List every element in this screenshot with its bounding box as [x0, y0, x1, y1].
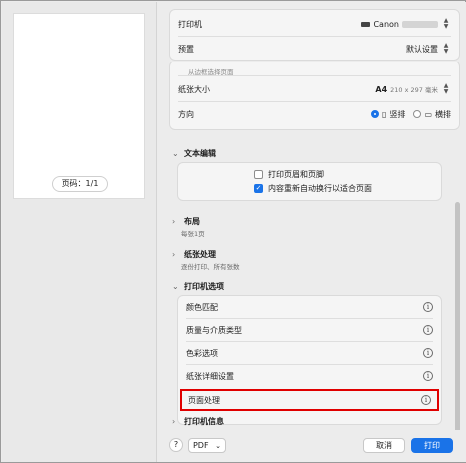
pdf-label: PDF — [192, 441, 209, 450]
printer-name-blurred — [402, 20, 438, 28]
paper-group: 从边框选择页面 纸张大小 A4 210 x 297 毫米 ▲ ▼ 方向 ▯ 竖排… — [169, 62, 460, 130]
paper-size-value: A4 — [375, 84, 388, 94]
layout-summary: 每张1页 — [181, 230, 205, 238]
pdf-menu-button[interactable]: PDF ⌄ — [188, 438, 226, 453]
dialog-footer: ? PDF ⌄ 取消 打印 — [158, 430, 466, 462]
paper-size-label: 纸张大小 — [178, 84, 210, 94]
rewrap-label: 内容重新自动换行以适合页面 — [268, 184, 372, 193]
orientation-label: 方向 — [178, 109, 194, 119]
printer-info-title: 打印机信息 — [184, 417, 224, 426]
printer-value: Canon — [373, 19, 399, 29]
print-button[interactable]: 打印 — [411, 438, 453, 453]
printer-preset-group: 打印机 Canon ▲ ▼ 预置 默认设置 ▲ ▼ — [169, 9, 460, 61]
cancel-button[interactable]: 取消 — [363, 438, 405, 453]
header-footer-label: 打印页眉和页脚 — [268, 170, 324, 179]
paper-size-popup[interactable]: A4 210 x 297 毫米 ▲ ▼ — [375, 82, 451, 96]
text-edit-group: 打印页眉和页脚 ✓ 内容重新自动换行以适合页面 — [177, 162, 442, 201]
option-label: 颜色匹配 — [186, 302, 218, 312]
landscape-label: 横排 — [435, 109, 451, 119]
up-down-chevron-icon: ▲ ▼ — [443, 42, 449, 55]
text-edit-title: 文本编辑 — [184, 149, 216, 158]
printer-popup[interactable]: Canon ▲ ▼ — [361, 17, 451, 31]
preset-value: 默认设置 — [406, 44, 438, 54]
option-label: 色彩选项 — [186, 348, 218, 358]
chevron-right-icon: › — [172, 417, 176, 426]
up-down-chevron-icon: ▲ ▼ — [443, 17, 449, 30]
printer-row: 打印机 Canon ▲ ▼ — [178, 12, 451, 36]
info-icon[interactable]: i — [423, 325, 433, 335]
option-row-color-options[interactable]: 色彩选项 i — [178, 342, 441, 364]
preset-label: 预置 — [178, 44, 194, 54]
page-number-label: 页码：1/1 — [52, 176, 108, 192]
preset-row: 预置 默认设置 ▲ ▼ — [178, 37, 451, 61]
printer-info-section-header[interactable]: › 打印机信息 — [172, 416, 224, 427]
option-row-color-matching[interactable]: 颜色匹配 i — [178, 296, 441, 318]
chevron-down-icon: ⌄ — [172, 282, 179, 291]
landscape-radio[interactable] — [413, 110, 422, 118]
rewrap-option[interactable]: ✓ 内容重新自动换行以适合页面 — [254, 183, 372, 194]
settings-pane: 打印机 Canon ▲ ▼ 预置 默认设置 ▲ ▼ 从边框选择页面 纸张大小 A… — [158, 2, 466, 462]
printer-options-title: 打印机选项 — [184, 282, 224, 291]
option-label: 纸张详细设置 — [186, 371, 234, 381]
option-row-quality-media[interactable]: 质量与介质类型 i — [178, 319, 441, 341]
print-dialog: 页码：1/1 打印机 Canon ▲ ▼ 预置 默认设置 ▲ ▼ 从边框选择页面… — [0, 0, 466, 463]
landscape-option[interactable]: ▭ 横排 — [413, 109, 451, 120]
option-label: 页面处理 — [188, 395, 220, 405]
paper-size-row: 纸张大小 A4 210 x 297 毫米 ▲ ▼ — [178, 77, 451, 101]
settings-scroll-area[interactable]: 从边框选择页面 纸张大小 A4 210 x 297 毫米 ▲ ▼ 方向 ▯ 竖排… — [158, 62, 466, 430]
chevron-right-icon: › — [172, 250, 176, 259]
header-footer-option[interactable]: 打印页眉和页脚 — [254, 169, 324, 180]
page-preview — [13, 13, 145, 199]
landscape-icon: ▭ — [424, 109, 432, 119]
header-footer-checkbox[interactable] — [254, 170, 263, 179]
printer-label: 打印机 — [178, 19, 202, 29]
layout-title: 布局 — [184, 217, 200, 226]
text-edit-section-header[interactable]: ⌄ 文本编辑 — [172, 148, 216, 159]
chevron-down-icon: ⌄ — [215, 442, 221, 450]
chevron-down-icon: ⌄ — [172, 149, 179, 158]
orientation-row: 方向 ▯ 竖排 ▭ 横排 — [178, 102, 451, 126]
option-row-paper-details[interactable]: 纸张详细设置 i — [178, 365, 441, 387]
paper-handling-section-header[interactable]: › 纸张处理 — [172, 249, 216, 260]
printer-options-group: 颜色匹配 i 质量与介质类型 i 色彩选项 i 纸张详细设置 i 页面处理 i — [177, 295, 442, 425]
preview-pane: 页码：1/1 — [2, 2, 157, 462]
info-icon[interactable]: i — [423, 302, 433, 312]
portrait-radio[interactable] — [371, 110, 380, 118]
layout-section-header[interactable]: › 布局 — [172, 216, 200, 227]
paper-size-dims: 210 x 297 毫米 — [390, 86, 438, 94]
portrait-label: 竖排 — [389, 109, 406, 119]
rewrap-checkbox[interactable]: ✓ — [254, 184, 263, 193]
paper-handling-title: 纸张处理 — [184, 250, 216, 259]
scrollbar[interactable] — [455, 202, 460, 430]
printer-options-section-header[interactable]: ⌄ 打印机选项 — [172, 281, 224, 292]
chevron-right-icon: › — [172, 217, 176, 226]
paper-handling-summary: 逐份打印、所有张数 — [181, 263, 240, 271]
up-down-chevron-icon: ▲ ▼ — [443, 82, 449, 95]
preset-popup[interactable]: 默认设置 ▲ ▼ — [406, 42, 451, 56]
help-button[interactable]: ? — [169, 438, 183, 452]
portrait-option[interactable]: ▯ 竖排 — [371, 109, 405, 120]
info-icon[interactable]: i — [421, 395, 431, 405]
option-label: 质量与介质类型 — [186, 325, 242, 335]
portrait-icon: ▯ — [382, 109, 387, 119]
printer-icon — [361, 21, 371, 27]
info-icon[interactable]: i — [423, 371, 433, 381]
option-row-page-processing[interactable]: 页面处理 i — [180, 389, 439, 411]
divider — [178, 75, 451, 76]
info-icon[interactable]: i — [423, 348, 433, 358]
